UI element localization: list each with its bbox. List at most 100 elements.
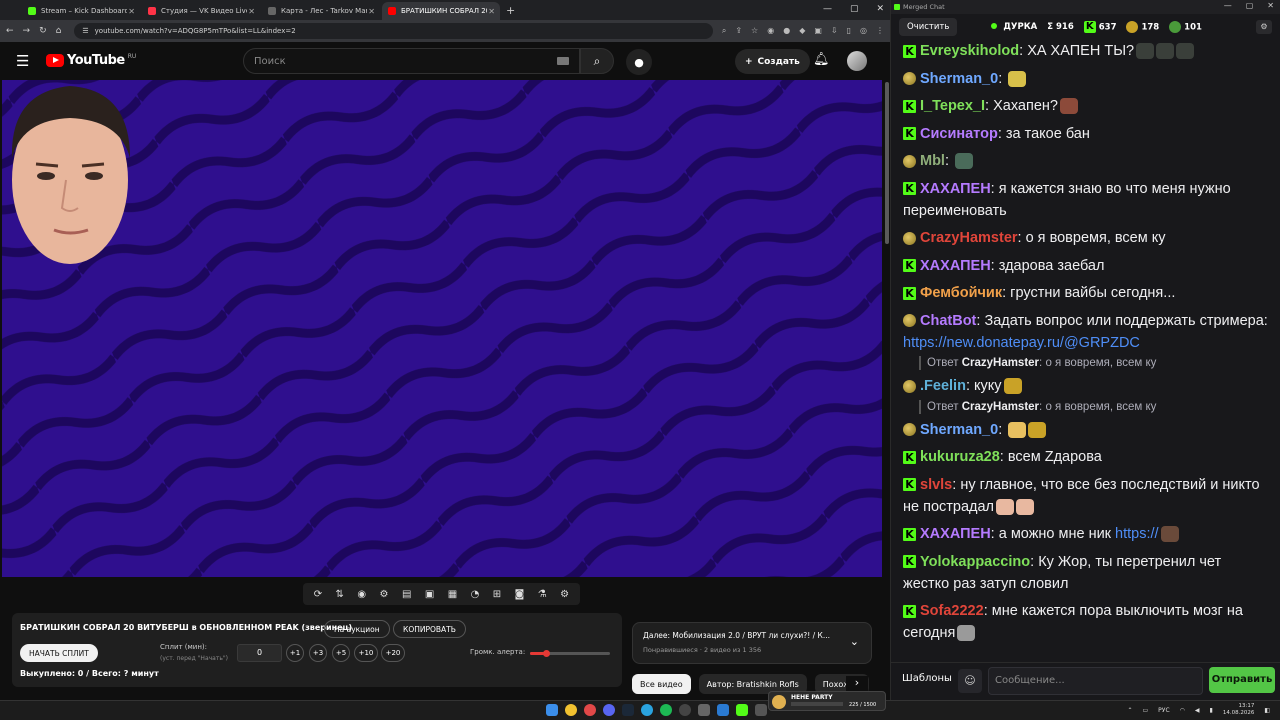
reload-icon[interactable]: ↻ (39, 26, 47, 36)
alert-volume-slider[interactable] (530, 650, 610, 657)
search-input[interactable]: Поиск (243, 48, 580, 74)
chat-username[interactable]: ХАХАПЕН (920, 258, 991, 274)
keyboard-icon[interactable] (557, 57, 569, 65)
add-3-button[interactable]: +3 (309, 644, 327, 662)
tab-kick-dashboard[interactable]: Stream – Kick Dashboard ✕ (22, 2, 140, 20)
chrome-icon[interactable] (565, 704, 577, 716)
battery-icon[interactable]: ▭ (1143, 707, 1149, 714)
site-info-icon[interactable]: ☰ (82, 27, 88, 35)
app-icon[interactable] (736, 704, 748, 716)
minimize-icon[interactable]: — (1224, 1, 1232, 10)
maximize-icon[interactable]: ▢ (1246, 1, 1254, 10)
create-button[interactable]: + Создать (735, 49, 810, 74)
extension-icon[interactable]: ◉ (767, 26, 774, 36)
chat-username[interactable]: kukuruza28 (920, 449, 1000, 465)
extension-icon[interactable]: ◆ (799, 26, 805, 36)
send-button[interactable]: Отправить (1209, 667, 1275, 693)
steam-icon[interactable] (622, 704, 634, 716)
tab-vk-studio[interactable]: Студия — VK Видео Live ✕ (142, 2, 260, 20)
discord-icon[interactable] (603, 704, 615, 716)
chat-link[interactable]: https://new.donatepay.ru/@GRPZDC (903, 335, 1140, 351)
flask-icon[interactable]: ⚗ (538, 589, 547, 600)
chat-messages[interactable]: K Evreyskiholod: ХА ХАПЕН ТЫ? Sherman_0: K… (891, 40, 1280, 660)
chat-username[interactable]: CrazyHamster (920, 230, 1018, 246)
next-video-card[interactable]: Далее: Мобилизация 2.0 / ВРУТ ли слухи?!… (632, 622, 872, 664)
obs-icon[interactable] (679, 704, 691, 716)
settings-gear-icon[interactable]: ⚙ (1256, 20, 1272, 34)
share-icon[interactable]: ⇪ (735, 26, 742, 36)
speed-icon[interactable]: ◔ (471, 589, 480, 600)
sort-icon[interactable]: ⇅ (336, 589, 344, 600)
add-1-button[interactable]: +1 (286, 644, 304, 662)
chat-link[interactable]: https:// (1115, 526, 1159, 542)
app-icon[interactable] (698, 704, 710, 716)
slider-handle[interactable] (543, 650, 550, 657)
chat-username[interactable]: Фембойчик (920, 285, 1002, 301)
tab-tarkov-market[interactable]: Карта - Лес - Tarkov Market✕ (262, 2, 380, 20)
templates-button[interactable]: Шаблоны (902, 673, 952, 684)
hamburger-menu-icon[interactable]: ☰ (16, 54, 29, 69)
url-field[interactable]: ☰ youtube.com/watch?v=ADQG8P5mTPo&list=LL… (74, 23, 713, 39)
close-tab-icon[interactable]: ✕ (488, 7, 495, 16)
voice-search-button[interactable]: ● (626, 49, 652, 75)
loop-icon[interactable]: ⟳ (314, 589, 322, 600)
extension-icon[interactable]: ● (783, 26, 790, 36)
scrollbar-thumb[interactable] (885, 82, 889, 244)
minimize-icon[interactable]: — (823, 4, 832, 14)
app-icon[interactable] (717, 704, 729, 716)
chat-username[interactable]: Сисинатор (920, 126, 998, 142)
split-minutes-input[interactable]: 0 (237, 644, 282, 662)
back-icon[interactable]: ← (6, 26, 14, 36)
tray-up-icon[interactable]: ⌃ (1127, 707, 1132, 714)
bookmark-star-icon[interactable]: ☆ (751, 26, 758, 36)
forward-icon[interactable]: → (23, 26, 31, 36)
download-icon[interactable]: ⇩ (831, 26, 838, 36)
chevron-down-icon[interactable]: ⌄ (850, 635, 859, 648)
chat-username[interactable]: I_Tepex_I (920, 98, 985, 114)
copy-button[interactable]: КОПИРОВАТЬ (393, 620, 466, 638)
split-view-icon[interactable]: ▯ (847, 26, 851, 36)
search-button[interactable]: ⌕ (580, 48, 614, 74)
chat-username[interactable]: Evreyskiholod (920, 43, 1019, 59)
maximize-icon[interactable]: ▢ (850, 4, 859, 14)
network-icon[interactable]: ◠ (1180, 707, 1185, 714)
close-tab-icon[interactable]: ✕ (368, 7, 375, 16)
zoom-icon[interactable]: ⌕ (722, 26, 726, 36)
app-icon[interactable] (755, 704, 767, 716)
chat-username[interactable]: ХАХАПЕН (920, 526, 991, 542)
notifications-bell-icon[interactable]: 🔔︎ (813, 52, 830, 67)
close-tab-icon[interactable]: ✕ (248, 7, 255, 16)
notifications-icon[interactable]: ◧ (1264, 707, 1270, 714)
chip-all-videos[interactable]: Все видео (632, 674, 691, 694)
chat-username[interactable]: slvls (920, 477, 952, 493)
lang-indicator[interactable]: РУС (1158, 707, 1169, 714)
emoji-picker-icon[interactable]: ☺ (958, 669, 982, 693)
chat-username[interactable]: Yolokappaccino (920, 554, 1030, 570)
start-split-button[interactable]: НАЧАТЬ СПЛИТ (20, 644, 98, 662)
spotify-icon[interactable] (660, 704, 672, 716)
home-icon[interactable]: ⌂ (56, 26, 62, 36)
chat-username[interactable]: Sherman_0 (920, 71, 998, 87)
film-icon[interactable]: ▦ (448, 589, 457, 600)
windows-start-icon[interactable] (546, 704, 558, 716)
picture-in-picture-icon[interactable]: ▣ (425, 589, 434, 600)
clapper-icon[interactable]: ▤ (402, 589, 411, 600)
gear-icon[interactable]: ⚙ (560, 589, 569, 600)
profile-icon[interactable]: ◎ (860, 26, 867, 36)
app-icon[interactable] (584, 704, 596, 716)
add-5-button[interactable]: +5 (332, 644, 350, 662)
chat-username[interactable]: Mbl (920, 153, 945, 169)
volume-icon[interactable]: ◀ (1195, 707, 1200, 714)
camera-settings-icon[interactable]: ⚙ (380, 589, 389, 600)
add-20-button[interactable]: +20 (381, 644, 405, 662)
telegram-icon[interactable] (641, 704, 653, 716)
to-auction-button[interactable]: На аукцион (324, 620, 390, 638)
tab-youtube-video[interactable]: БРАТИШКИН СОБРАЛ 20 ВИТ✕ (382, 2, 500, 20)
avatar[interactable] (847, 51, 867, 71)
add-10-button[interactable]: +10 (354, 644, 378, 662)
video-player[interactable] (2, 80, 882, 577)
screenshot-icon[interactable]: ◙ (515, 589, 525, 600)
clear-button[interactable]: Очистить (899, 18, 958, 36)
chat-username[interactable]: Sofa2222 (920, 603, 984, 619)
new-tab-icon[interactable]: + (506, 4, 515, 17)
